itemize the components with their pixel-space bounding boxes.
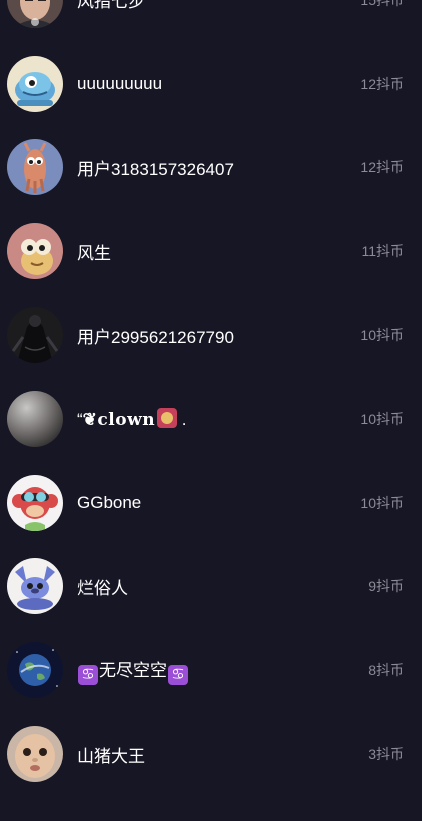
avatar-man-photo[interactable]: [7, 0, 63, 28]
coin-amount: 8抖币: [368, 662, 404, 679]
avatar-earth-planet[interactable]: [7, 642, 63, 699]
list-item[interactable]: 风生 11抖币: [0, 209, 422, 293]
list-item[interactable]: 用户3183157326407 12抖币: [0, 126, 422, 210]
coin-amount: 12抖币: [360, 159, 404, 176]
user-name: GGbone: [77, 492, 142, 512]
list-item[interactable]: ♋ 无尽空空 ♋ 8抖币: [0, 628, 422, 712]
coin-amount: 3抖币: [368, 746, 404, 763]
avatar-cartoon-monkey[interactable]: [7, 474, 63, 531]
user-name: “❦clown .: [77, 407, 187, 430]
avatar-cartoon-stitch[interactable]: [7, 558, 63, 615]
avatar-grey-sphere[interactable]: [7, 390, 63, 447]
list-item[interactable]: 烂俗人 9抖币: [0, 545, 422, 629]
avatar-cartoon-creature[interactable]: [7, 223, 63, 280]
cancer-zodiac-icon: ♋: [168, 664, 188, 685]
user-name: 风指七步: [77, 0, 145, 12]
avatar-cartoon-monster[interactable]: [7, 55, 63, 112]
avatar-dark-figure[interactable]: [7, 307, 63, 364]
list-item[interactable]: 风指七步 15抖币: [0, 0, 422, 42]
coin-amount: 15抖币: [360, 0, 404, 10]
gift-ranking-list: 风指七步 15抖币 uuuuuuuuu 12抖币: [0, 0, 422, 796]
avatar-baby-face[interactable]: [7, 726, 63, 783]
list-item[interactable]: GGbone 10抖币: [0, 461, 422, 545]
user-name: 山猪大王: [77, 746, 145, 766]
user-name: 风生: [77, 243, 111, 263]
user-name-main: ❦clown: [82, 409, 156, 430]
user-name: 烂俗人: [77, 578, 128, 598]
coin-amount: 10抖币: [360, 494, 404, 511]
user-name-suffix: .: [177, 409, 187, 429]
avatar-cartoon-squid[interactable]: [7, 139, 63, 196]
user-name-main: 无尽空空: [99, 660, 167, 680]
list-item[interactable]: 山猪大王 3抖币: [0, 712, 422, 796]
coin-amount: 11抖币: [361, 243, 404, 260]
user-name: 用户2995621267790: [77, 327, 234, 347]
coin-amount: 9抖币: [368, 578, 404, 595]
user-name: uuuuuuuuu: [77, 73, 163, 93]
coin-amount: 10抖币: [360, 327, 404, 344]
user-name: ♋ 无尽空空 ♋: [77, 656, 189, 685]
list-item[interactable]: uuuuuuuuu 12抖币: [0, 42, 422, 126]
mask-emoji-icon: [157, 407, 178, 428]
list-item[interactable]: “❦clown . 10抖币: [0, 377, 422, 461]
coin-amount: 10抖币: [360, 410, 404, 427]
coin-amount: 12抖币: [360, 75, 404, 92]
user-name: 用户3183157326407: [77, 159, 234, 179]
cancer-zodiac-icon: ♋: [78, 664, 98, 685]
list-item[interactable]: 用户2995621267790 10抖币: [0, 293, 422, 377]
